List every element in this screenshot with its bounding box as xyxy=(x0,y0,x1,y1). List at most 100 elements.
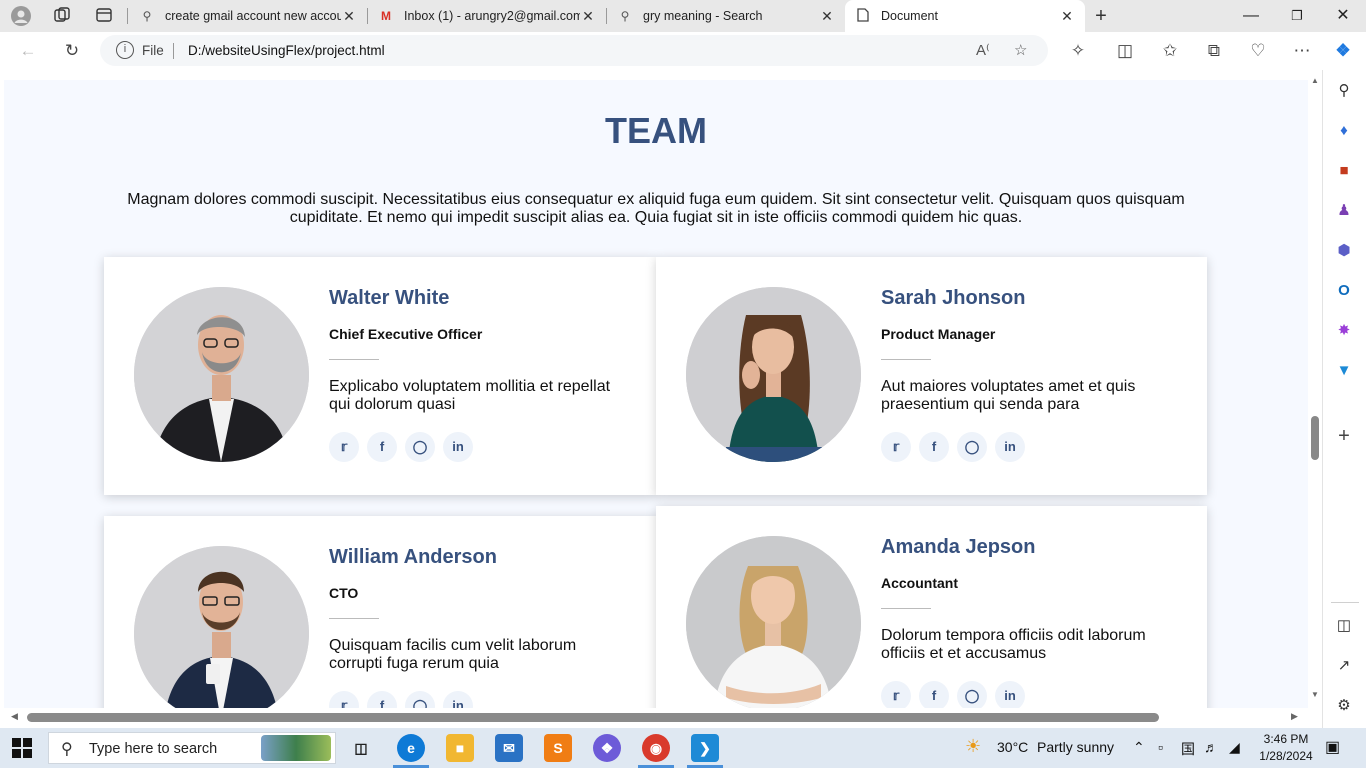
instagram-icon[interactable]: ◯ xyxy=(405,432,435,462)
volume-icon[interactable]: ♬ xyxy=(1204,739,1218,755)
workspaces-icon[interactable] xyxy=(52,6,72,26)
facebook-icon[interactable]: f xyxy=(919,681,949,708)
instagram-icon[interactable]: ◯ xyxy=(957,432,987,462)
favorite-star-icon[interactable]: ☆ xyxy=(1014,41,1027,59)
team-member-card: Sarah Jhonson Product Manager Aut maiore… xyxy=(656,257,1207,495)
hide-sidebar-icon[interactable]: ◫ xyxy=(1333,615,1355,637)
scroll-down-icon[interactable]: ▼ xyxy=(1311,690,1319,699)
linkedin-icon[interactable]: in xyxy=(995,681,1025,708)
sublime-text-icon[interactable]: S xyxy=(544,734,572,762)
close-icon[interactable]: ✕ xyxy=(341,8,357,25)
split-screen-icon[interactable]: ◫ xyxy=(1113,40,1137,62)
url-text[interactable]: D:/websiteUsingFlex/project.html xyxy=(188,43,385,58)
extensions-icon[interactable]: ✧ xyxy=(1066,40,1090,62)
refresh-icon[interactable]: ↻ xyxy=(60,40,84,62)
system-clock[interactable]: 3:46 PM 1/28/2024 xyxy=(1256,731,1316,765)
member-name: Walter White xyxy=(329,287,450,309)
chrome-icon[interactable]: ◉ xyxy=(642,734,670,762)
task-view-icon[interactable]: ◫ xyxy=(347,734,375,762)
address-bar[interactable]: i File D:/websiteUsingFlex/project.html … xyxy=(100,35,1048,66)
info-icon[interactable]: i xyxy=(116,41,134,59)
member-photo xyxy=(134,287,309,462)
weather-condition[interactable]: Partly sunny xyxy=(1037,739,1114,755)
horizontal-scrollbar[interactable]: ◀ ▶ xyxy=(4,708,1308,728)
windows-start-icon[interactable] xyxy=(12,738,32,758)
chevron-up-icon[interactable]: ⌃ xyxy=(1133,739,1145,756)
vertical-scrollbar[interactable]: ▲ ▼ xyxy=(1308,70,1322,708)
games-icon[interactable]: ♟ xyxy=(1333,200,1355,222)
linkedin-icon[interactable]: in xyxy=(443,691,473,708)
linkedin-icon[interactable]: in xyxy=(995,432,1025,462)
member-role: Accountant xyxy=(881,575,958,591)
vscode-icon[interactable]: ❯ xyxy=(691,734,719,762)
wifi-icon[interactable]: ◢ xyxy=(1229,739,1240,756)
page-title: TEAM xyxy=(605,110,707,151)
mail-icon[interactable]: ✉ xyxy=(495,734,523,762)
edge-icon[interactable]: e xyxy=(397,734,425,762)
twitter-icon[interactable]: 𝕣 xyxy=(329,691,359,708)
member-role: Chief Executive Officer xyxy=(329,326,483,342)
twitter-icon[interactable]: 𝕣 xyxy=(881,432,911,462)
instagram-icon[interactable]: ◯ xyxy=(405,691,435,708)
back-icon[interactable]: ← xyxy=(16,40,40,62)
microsoft-365-icon[interactable]: ⬢ xyxy=(1333,240,1355,262)
linkedin-icon[interactable]: in xyxy=(443,432,473,462)
drop-icon[interactable]: ▼ xyxy=(1333,360,1355,382)
scroll-left-icon[interactable]: ◀ xyxy=(11,711,18,722)
tab-title: Document xyxy=(881,9,938,23)
outlook-icon[interactable]: O xyxy=(1333,280,1355,302)
window-close-icon[interactable]: ✕ xyxy=(1320,0,1366,32)
tab-inbox[interactable]: M Inbox (1) - arungry2@gmail.com ✕ xyxy=(368,0,606,32)
search-icon[interactable]: ⚲ xyxy=(1333,80,1355,102)
search-highlight-icon xyxy=(261,735,331,761)
clock-date: 1/28/2024 xyxy=(1259,749,1313,763)
facebook-icon[interactable]: f xyxy=(919,432,949,462)
close-icon[interactable]: ✕ xyxy=(580,8,596,25)
tab-actions-icon[interactable] xyxy=(94,6,114,26)
minimize-icon[interactable]: — xyxy=(1228,0,1274,32)
twitter-icon[interactable]: 𝕣 xyxy=(329,432,359,462)
meet-now-icon[interactable]: ▫ xyxy=(1158,739,1163,755)
twitter-icon[interactable]: 𝕣 xyxy=(881,681,911,708)
scroll-up-icon[interactable]: ▲ xyxy=(1311,76,1319,85)
weather-temp[interactable]: 30°C xyxy=(997,739,1028,755)
member-name: William Anderson xyxy=(329,546,497,568)
more-menu-icon[interactable]: ⋯ xyxy=(1290,40,1314,62)
browser-tab-bar: ⚲ create gmail account new accou ✕ M Inb… xyxy=(0,0,1366,32)
member-role: CTO xyxy=(329,585,359,601)
shopping-tag-icon[interactable]: ♦ xyxy=(1333,120,1355,142)
tab-document[interactable]: Document ✕ xyxy=(845,0,1085,32)
browser-essentials-icon[interactable]: ♡ xyxy=(1246,40,1270,62)
notifications-icon[interactable]: ▣ xyxy=(1325,737,1340,757)
favorites-icon[interactable]: ✩ xyxy=(1158,40,1182,62)
copilot-app-icon[interactable]: ❖ xyxy=(593,734,621,762)
keyboard-language-icon[interactable]: 国 xyxy=(1181,739,1195,759)
add-sidebar-app-icon[interactable]: + xyxy=(1333,425,1355,447)
clock-time: 3:46 PM xyxy=(1263,732,1309,746)
new-tab-icon[interactable]: + xyxy=(1091,6,1111,26)
instagram-icon[interactable]: ◯ xyxy=(957,681,987,708)
designer-icon[interactable]: ✸ xyxy=(1333,320,1355,342)
scrollbar-thumb[interactable] xyxy=(1311,416,1319,460)
collections-icon[interactable]: ⧉ xyxy=(1202,40,1226,62)
member-bio: Explicabo voluptatem mollitia et repella… xyxy=(329,378,611,413)
scroll-right-icon[interactable]: ▶ xyxy=(1291,711,1298,722)
read-aloud-icon[interactable]: A⁽ xyxy=(976,41,990,59)
tab-gmail-search[interactable]: ⚲ create gmail account new accou ✕ xyxy=(129,0,367,32)
close-icon[interactable]: ✕ xyxy=(819,8,835,25)
taskbar-search-box[interactable]: ⚲ Type here to search xyxy=(48,732,336,764)
restore-icon[interactable]: ❐ xyxy=(1274,0,1320,32)
member-photo xyxy=(686,536,861,708)
close-icon[interactable]: ✕ xyxy=(1059,8,1075,25)
settings-gear-icon[interactable]: ⚙ xyxy=(1333,695,1355,717)
copilot-icon[interactable]: ❖ xyxy=(1331,40,1355,62)
tab-gry-meaning[interactable]: ⚲ gry meaning - Search ✕ xyxy=(607,0,845,32)
scrollbar-thumb[interactable] xyxy=(27,713,1159,722)
external-link-icon[interactable]: ↗ xyxy=(1333,655,1355,677)
weather-icon[interactable]: ☀ xyxy=(965,736,981,757)
profile-icon[interactable] xyxy=(11,6,31,26)
tools-icon[interactable]: ■ xyxy=(1333,160,1355,182)
facebook-icon[interactable]: f xyxy=(367,691,397,708)
file-explorer-icon[interactable]: ■ xyxy=(446,734,474,762)
facebook-icon[interactable]: f xyxy=(367,432,397,462)
